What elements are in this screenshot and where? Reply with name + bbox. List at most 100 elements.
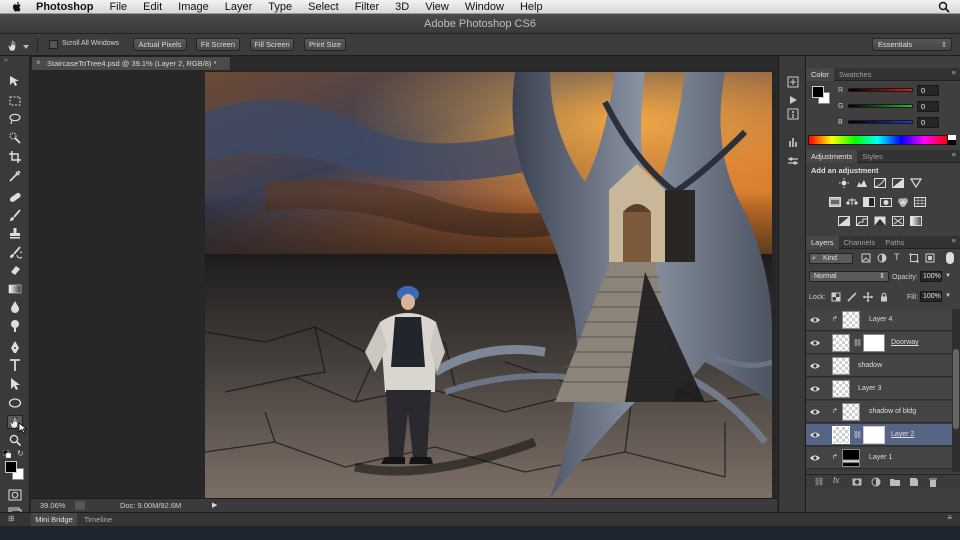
red-value-input[interactable]: 0 (917, 85, 939, 96)
actual-pixels-button[interactable]: Actual Pixels (133, 38, 187, 51)
close-icon[interactable]: × (36, 58, 41, 67)
color-balance-icon[interactable] (846, 197, 858, 207)
curves-icon[interactable] (874, 178, 886, 188)
default-colors-icon[interactable] (2, 449, 12, 459)
tab-channels[interactable]: Channels (839, 236, 881, 249)
add-mask-icon[interactable] (852, 478, 862, 486)
tab-mini-bridge[interactable]: Mini Bridge (31, 513, 77, 526)
eyedropper-tool-icon[interactable] (7, 169, 23, 183)
scroll-all-windows-checkbox[interactable] (49, 40, 58, 49)
tab-swatches[interactable]: Swatches (834, 68, 877, 81)
path-selection-tool-icon[interactable] (7, 377, 23, 391)
layer-row[interactable]: shadow (806, 355, 952, 377)
layer-filter-kind-select[interactable]: ⌕ Kind (809, 253, 853, 264)
brush-tool-icon[interactable] (7, 208, 23, 222)
clone-stamp-tool-icon[interactable] (7, 226, 23, 240)
hue-saturation-icon[interactable] (829, 197, 841, 207)
panel-menu-icon[interactable]: ≡ (952, 150, 956, 159)
color-spectrum-ramp[interactable] (808, 135, 948, 145)
layer-row[interactable]: ↱ Layer 4 (806, 309, 952, 331)
menu-select[interactable]: Select (308, 1, 339, 13)
quick-selection-tool-icon[interactable] (7, 131, 23, 145)
share-icon[interactable] (75, 501, 85, 510)
menu-app-photoshop[interactable]: Photoshop (36, 1, 93, 13)
visibility-eye-icon[interactable] (810, 408, 820, 416)
lock-all-icon[interactable] (879, 292, 889, 302)
history-brush-tool-icon[interactable] (7, 245, 23, 259)
history-icon[interactable] (787, 76, 799, 88)
image-canvas[interactable] (204, 72, 773, 498)
link-chain-icon[interactable]: ⛓ (853, 431, 862, 439)
layer-row[interactable]: ↱ shadow of bldg (806, 401, 952, 423)
tool-presets-icon[interactable] (787, 155, 799, 167)
fit-screen-button[interactable]: Fit Screen (196, 38, 240, 51)
tab-paths[interactable]: Paths (880, 236, 909, 249)
visibility-eye-icon[interactable] (810, 339, 820, 347)
gradient-map-icon[interactable] (910, 216, 922, 226)
visibility-eye-icon[interactable] (810, 454, 820, 462)
tab-layers[interactable]: Layers (806, 235, 839, 249)
layers-scrollbar[interactable] (952, 309, 960, 472)
foreground-color-swatch[interactable] (5, 461, 17, 473)
zoom-tool-icon[interactable] (7, 433, 23, 447)
ellipse-tool-icon[interactable] (7, 396, 23, 410)
scrollbar-thumb[interactable] (953, 349, 959, 429)
visibility-eye-icon[interactable] (810, 316, 820, 324)
blue-value-input[interactable]: 0 (917, 117, 939, 128)
hand-tool-preset-icon[interactable] (6, 37, 20, 52)
menu-layer[interactable]: Layer (225, 1, 253, 13)
blend-mode-select[interactable]: Normal ⇕ (809, 271, 889, 282)
levels-icon[interactable] (856, 178, 868, 188)
layer-name[interactable]: Layer 1 (869, 454, 892, 461)
menu-3d[interactable]: 3D (395, 1, 409, 13)
swap-colors-icon[interactable]: ↻ (17, 450, 25, 458)
green-value-input[interactable]: 0 (917, 101, 939, 112)
actions-play-icon[interactable] (787, 94, 799, 106)
filter-toggle-switch[interactable] (946, 252, 954, 264)
threshold-icon[interactable] (874, 216, 886, 226)
lock-image-pixels-icon[interactable] (847, 292, 857, 302)
collapse-arrows-icon[interactable]: » (4, 57, 8, 64)
red-slider[interactable] (848, 88, 913, 92)
print-size-button[interactable]: Print Size (304, 38, 346, 51)
layer-name[interactable]: Layer 4 (869, 316, 892, 323)
layer-name[interactable]: Layer 3 (858, 385, 881, 392)
channel-mixer-icon[interactable] (897, 197, 909, 207)
tab-timeline[interactable]: Timeline (80, 513, 116, 526)
zoom-level[interactable]: 39.06% (40, 501, 65, 510)
new-layer-icon[interactable] (909, 477, 919, 487)
visibility-eye-icon[interactable] (810, 431, 820, 439)
layer-name[interactable]: shadow (858, 362, 882, 369)
visibility-eye-icon[interactable] (810, 385, 820, 393)
menu-window[interactable]: Window (465, 1, 504, 13)
vibrance-icon[interactable] (910, 178, 922, 188)
layer-style-fx-icon[interactable]: fx (833, 476, 839, 485)
panel-menu-icon[interactable]: ≡ (947, 513, 952, 522)
layer-row[interactable]: ↱ Layer 1 (806, 447, 952, 469)
brush-presets-icon[interactable] (787, 136, 799, 148)
filter-smart-object-icon[interactable] (925, 253, 935, 263)
dodge-tool-icon[interactable] (7, 319, 23, 333)
visibility-eye-icon[interactable] (810, 362, 820, 370)
marquee-tool-icon[interactable] (7, 94, 23, 108)
menu-view[interactable]: View (425, 1, 449, 13)
color-lookup-icon[interactable] (914, 197, 926, 207)
exposure-icon[interactable] (892, 178, 904, 188)
layer-name[interactable]: Doorway (891, 339, 919, 346)
new-adjustment-layer-icon[interactable] (871, 477, 881, 487)
tab-color[interactable]: Color (806, 67, 834, 81)
selective-color-icon[interactable] (892, 216, 904, 226)
green-slider[interactable] (848, 104, 913, 108)
play-arrow-icon[interactable]: ▶ (212, 501, 217, 509)
menu-image[interactable]: Image (178, 1, 209, 13)
link-layers-icon[interactable]: ⛓ (814, 477, 824, 486)
filter-pixel-icon[interactable] (861, 253, 871, 263)
layer-name[interactable]: Layer 2 (891, 431, 914, 438)
filter-type-icon[interactable]: T (894, 252, 900, 262)
invert-icon[interactable] (838, 216, 850, 226)
opacity-input[interactable]: 100% (920, 271, 942, 282)
layer-row-selected[interactable]: ⛓ Layer 2 (806, 424, 952, 446)
chevron-down-icon[interactable]: ▼ (945, 273, 951, 279)
foreground-swatch-top[interactable] (812, 86, 824, 98)
crop-tool-icon[interactable] (7, 150, 23, 164)
